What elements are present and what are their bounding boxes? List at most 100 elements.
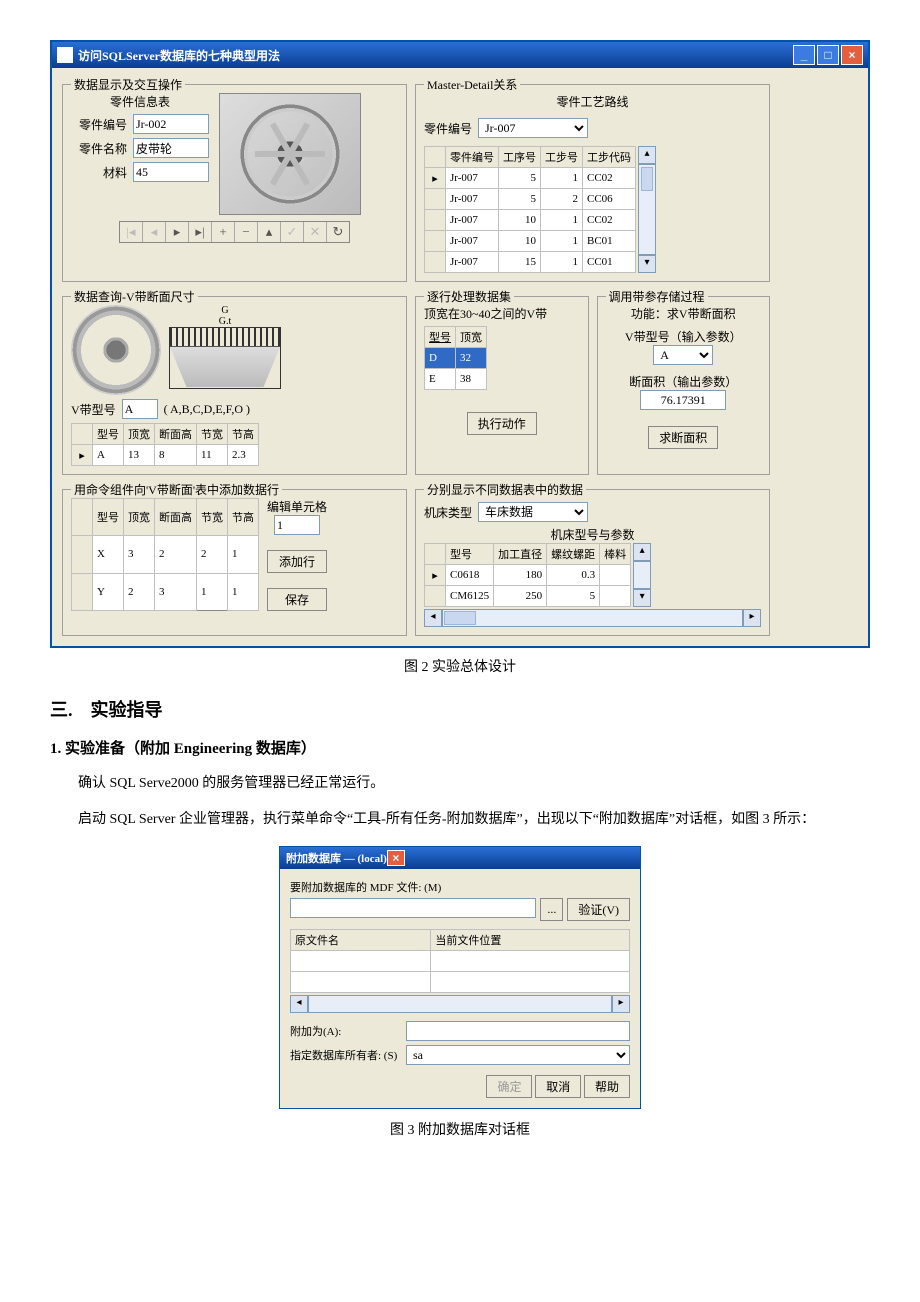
rowproc-grid[interactable]: 型号顶宽 D32 E38 bbox=[424, 326, 487, 390]
table-row: Jr-007151CC01 bbox=[425, 252, 636, 273]
nav-refresh-icon[interactable]: ↻ bbox=[327, 222, 349, 242]
table-row: ▸C06181800.3 bbox=[425, 565, 631, 586]
calc-button[interactable]: 求断面积 bbox=[648, 426, 718, 449]
group-master-detail: Master-Detail关系 零件工艺路线 零件编号 Jr-007 零件编号工… bbox=[415, 84, 770, 282]
nav-prev-icon[interactable]: ◂ bbox=[143, 222, 166, 242]
input-vbelt[interactable] bbox=[122, 399, 158, 419]
hscrollbar-track[interactable] bbox=[308, 995, 612, 1013]
scroll-up-icon[interactable]: ▴ bbox=[633, 543, 651, 561]
scroll-down-icon[interactable]: ▾ bbox=[633, 589, 651, 607]
scrollbar-track[interactable] bbox=[633, 561, 651, 589]
main-window: 访问SQLServer数据库的七种典型用法 _ □ × 数据显示及交互操作 零件… bbox=[50, 40, 870, 648]
table-row: Jr-00752CC06 bbox=[425, 189, 636, 210]
output-area bbox=[640, 390, 726, 410]
legend: 数据显示及交互操作 bbox=[71, 76, 185, 93]
input-mdf-path[interactable] bbox=[290, 898, 536, 918]
legend: 数据查询-V带断面尺寸 bbox=[71, 288, 198, 305]
cancel-button[interactable]: 取消 bbox=[535, 1075, 581, 1098]
table-row: E38 bbox=[425, 369, 487, 390]
label-output-param: 断面积（输出参数） bbox=[606, 373, 762, 390]
table-row: Jr-007101CC02 bbox=[425, 210, 636, 231]
legend: 调用带参存储过程 bbox=[606, 288, 708, 305]
dialog-title-bar[interactable]: 附加数据库 — (local) × bbox=[280, 847, 640, 869]
scroll-left-icon[interactable]: ◂ bbox=[290, 995, 308, 1013]
save-button[interactable]: 保存 bbox=[267, 588, 327, 611]
exec-button[interactable]: 执行动作 bbox=[467, 412, 537, 435]
subheader: 零件信息表 bbox=[71, 93, 209, 110]
dialog-title: 附加数据库 — (local) bbox=[286, 850, 387, 866]
scroll-down-icon[interactable]: ▾ bbox=[638, 255, 656, 273]
input-edit-cell[interactable] bbox=[274, 515, 320, 535]
group-addrow: 用命令组件向'V带断面'表中添加数据行 型号顶宽断面高节宽节高 X3221 Y2… bbox=[62, 489, 407, 636]
heading-section3: 三. 实验指导 bbox=[50, 696, 870, 722]
nav-first-icon[interactable]: |◂ bbox=[120, 222, 143, 242]
file-grid[interactable]: 原文件名当前文件位置 bbox=[290, 929, 630, 993]
query-grid[interactable]: 型号顶宽断面高节宽节高 ▸A138112.3 bbox=[71, 423, 259, 466]
label-part-no: 零件编号 bbox=[424, 120, 472, 137]
close-button[interactable]: × bbox=[841, 45, 863, 65]
scroll-up-icon[interactable]: ▴ bbox=[638, 146, 656, 164]
scrollbar-thumb[interactable] bbox=[641, 167, 653, 191]
group-data-display: 数据显示及交互操作 零件信息表 零件编号 零件名称 材料 |◂ ◂ ▸ ▸| +… bbox=[62, 84, 407, 282]
table-row: ▸Jr-00751CC02 bbox=[425, 168, 636, 189]
hscrollbar-thumb[interactable] bbox=[444, 611, 476, 625]
section-image: GG.t bbox=[71, 305, 291, 395]
verify-button[interactable]: 验证(V) bbox=[567, 898, 630, 921]
table-row: ▸A138112.3 bbox=[72, 445, 259, 466]
select-owner[interactable]: sa bbox=[406, 1045, 630, 1065]
label-part-no: 零件编号 bbox=[71, 116, 127, 133]
window-title: 访问SQLServer数据库的七种典型用法 bbox=[78, 47, 280, 64]
scroll-left-icon[interactable]: ◂ bbox=[424, 609, 442, 627]
label-input-param: V带型号（输入参数） bbox=[606, 328, 762, 345]
nav-edit-icon[interactable]: ▴ bbox=[258, 222, 281, 242]
paragraph: 确认 SQL Serve2000 的服务管理器已经正常运行。 bbox=[50, 773, 870, 795]
hint: ( A,B,C,D,E,F,O ) bbox=[164, 402, 250, 417]
select-part-no[interactable]: Jr-007 bbox=[478, 118, 588, 138]
nav-delete-icon[interactable]: − bbox=[235, 222, 258, 242]
ok-button[interactable]: 确定 bbox=[486, 1075, 532, 1098]
select-machine-type[interactable]: 车床数据 bbox=[478, 502, 588, 522]
label-edit-cell: 编辑单元格 bbox=[267, 498, 327, 515]
group-multidata: 分别显示不同数据表中的数据 机床类型 车床数据 机床型号与参数 型号加工直径螺纹… bbox=[415, 489, 770, 636]
close-button[interactable]: × bbox=[387, 850, 405, 866]
figure3-caption: 图 3 附加数据库对话框 bbox=[50, 1119, 870, 1139]
label-mdf: 要附加数据库的 MDF 文件: (M) bbox=[290, 879, 630, 895]
title-bar[interactable]: 访问SQLServer数据库的七种典型用法 _ □ × bbox=[52, 42, 868, 68]
label-attach-as: 附加为(A): bbox=[290, 1023, 400, 1039]
scrollbar-track[interactable] bbox=[638, 164, 656, 255]
legend: 用命令组件向'V带断面'表中添加数据行 bbox=[71, 481, 282, 498]
add-grid[interactable]: 型号顶宽断面高节宽节高 X3221 Y2311 bbox=[71, 498, 259, 611]
paragraph: 启动 SQL Server 企业管理器，执行菜单命令“工具-所有任务-附加数据库… bbox=[50, 809, 870, 831]
nav-last-icon[interactable]: ▸| bbox=[189, 222, 212, 242]
scroll-right-icon[interactable]: ▸ bbox=[612, 995, 630, 1013]
input-attach-as[interactable] bbox=[406, 1021, 630, 1041]
machine-grid[interactable]: 型号加工直径螺纹螺距棒料 ▸C06181800.3 CM61252505 bbox=[424, 543, 631, 607]
part-image bbox=[219, 93, 361, 215]
input-part-no[interactable] bbox=[133, 114, 209, 134]
label-owner: 指定数据库所有者: (S) bbox=[290, 1047, 400, 1063]
db-navigator[interactable]: |◂ ◂ ▸ ▸| + − ▴ ✓ ✕ ↻ bbox=[119, 221, 350, 243]
scroll-right-icon[interactable]: ▸ bbox=[743, 609, 761, 627]
nav-cancel-icon[interactable]: ✕ bbox=[304, 222, 327, 242]
label-vbelt: V带型号 bbox=[71, 401, 116, 418]
nav-insert-icon[interactable]: + bbox=[212, 222, 235, 242]
legend: 逐行处理数据集 bbox=[424, 288, 514, 305]
minimize-button[interactable]: _ bbox=[793, 45, 815, 65]
subheader: 零件工艺路线 bbox=[424, 93, 761, 110]
input-material[interactable] bbox=[133, 162, 209, 182]
group-rowprocess: 逐行处理数据集 顶宽在30~40之间的V带 型号顶宽 D32 E38 执行动作 bbox=[415, 296, 589, 475]
hscrollbar-track[interactable] bbox=[442, 609, 743, 627]
addrow-button[interactable]: 添加行 bbox=[267, 550, 327, 573]
detail-grid[interactable]: 零件编号工序号工步号工步代码 ▸Jr-00751CC02 Jr-00752CC0… bbox=[424, 146, 636, 273]
nav-next-icon[interactable]: ▸ bbox=[166, 222, 189, 242]
maximize-button[interactable]: □ bbox=[817, 45, 839, 65]
figure2-caption: 图 2 实验总体设计 bbox=[50, 656, 870, 676]
help-button[interactable]: 帮助 bbox=[584, 1075, 630, 1098]
select-vbelt[interactable]: A bbox=[653, 345, 713, 365]
nav-post-icon[interactable]: ✓ bbox=[281, 222, 304, 242]
table-row: X3221 bbox=[72, 536, 259, 573]
input-part-name[interactable] bbox=[133, 138, 209, 158]
table-row: D32 bbox=[425, 348, 487, 369]
group-query: 数据查询-V带断面尺寸 GG.t V带型号 ( A,B,C,D,E,F,O ) … bbox=[62, 296, 407, 475]
browse-button[interactable]: ... bbox=[540, 898, 563, 921]
